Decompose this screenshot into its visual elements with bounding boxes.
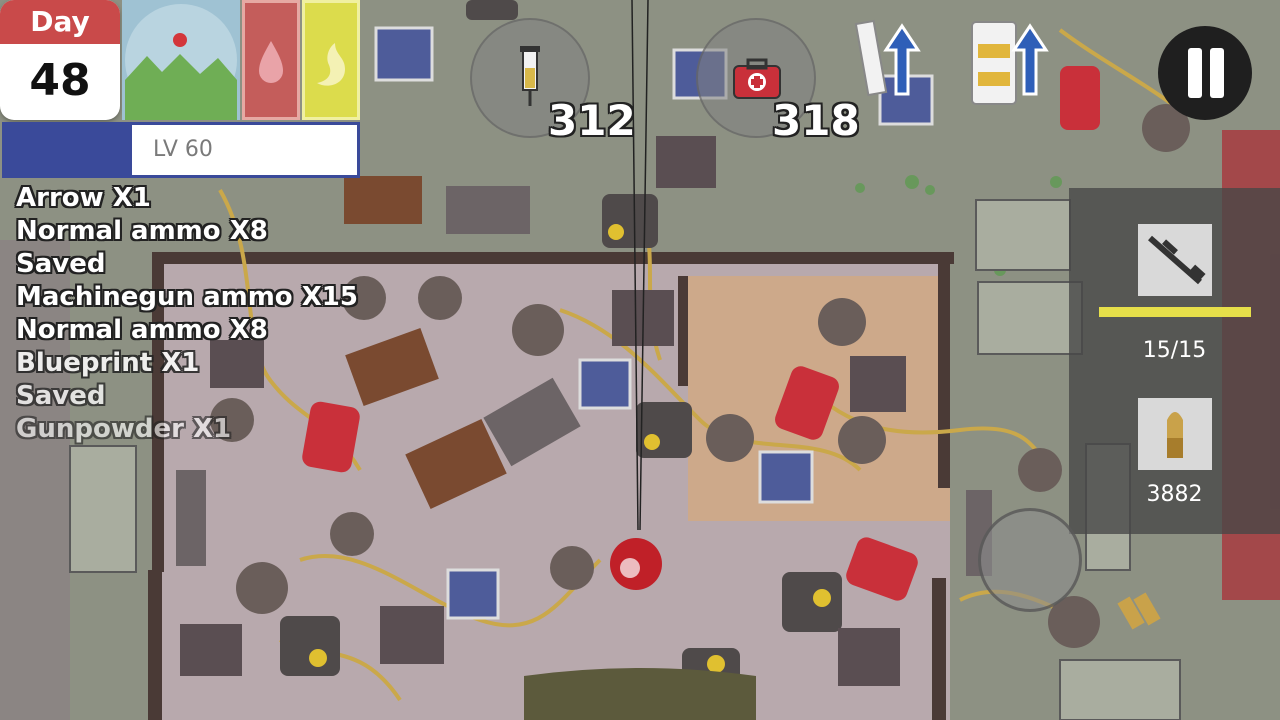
magazine-fill-bar <box>1099 307 1251 317</box>
log-entry: Arrow X1 <box>16 183 151 213</box>
log-entry: Normal ammo X8 <box>16 315 268 345</box>
thirst-meter <box>242 0 300 120</box>
upgrade-arrow-icon <box>1011 23 1049 96</box>
weather-indicator <box>122 0 240 120</box>
weapon-slot[interactable] <box>1138 224 1212 296</box>
log-entry: Saved <box>16 381 106 411</box>
level-progress-bar: LV 60 <box>2 122 360 178</box>
level-progress-fill <box>5 125 132 175</box>
ammo-slot[interactable] <box>1138 398 1212 470</box>
level-label: LV 60 <box>153 137 213 162</box>
drop-icon <box>259 41 283 83</box>
syringe-count: 312 <box>548 96 636 145</box>
log-entry: Saved <box>16 249 106 279</box>
reserve-ammo-count: 3882 <box>1146 482 1203 507</box>
aim-joystick[interactable] <box>978 508 1082 612</box>
rifle-icon <box>1148 235 1206 285</box>
medkit-count: 318 <box>772 96 860 145</box>
ammo-upgrade-indicator <box>968 14 1052 106</box>
stomach-icon <box>317 43 345 86</box>
day-counter-card: Day 48 <box>0 0 120 120</box>
magazine-count: 15/15 <box>1142 338 1207 363</box>
day-number: 48 <box>29 55 91 106</box>
hunger-meter <box>302 0 360 120</box>
log-entry: Normal ammo X8 <box>16 216 268 246</box>
weapon-panel: 15/15 3882 <box>1069 188 1280 534</box>
pause-button[interactable] <box>1158 26 1252 120</box>
log-entry: Machinegun ammo X15 <box>16 282 358 312</box>
log-entry: Gunpowder X1 <box>16 414 232 444</box>
syringe-upgrade-indicator <box>852 14 926 106</box>
pickup-log: Arrow X1 Normal ammo X8 Saved Machinegun… <box>16 182 358 446</box>
mountain-icon <box>125 4 237 120</box>
upgrade-arrow-icon <box>883 23 921 96</box>
log-entry: Blueprint X1 <box>16 348 200 378</box>
day-label: Day <box>0 0 120 44</box>
bullet-icon <box>1167 412 1183 458</box>
